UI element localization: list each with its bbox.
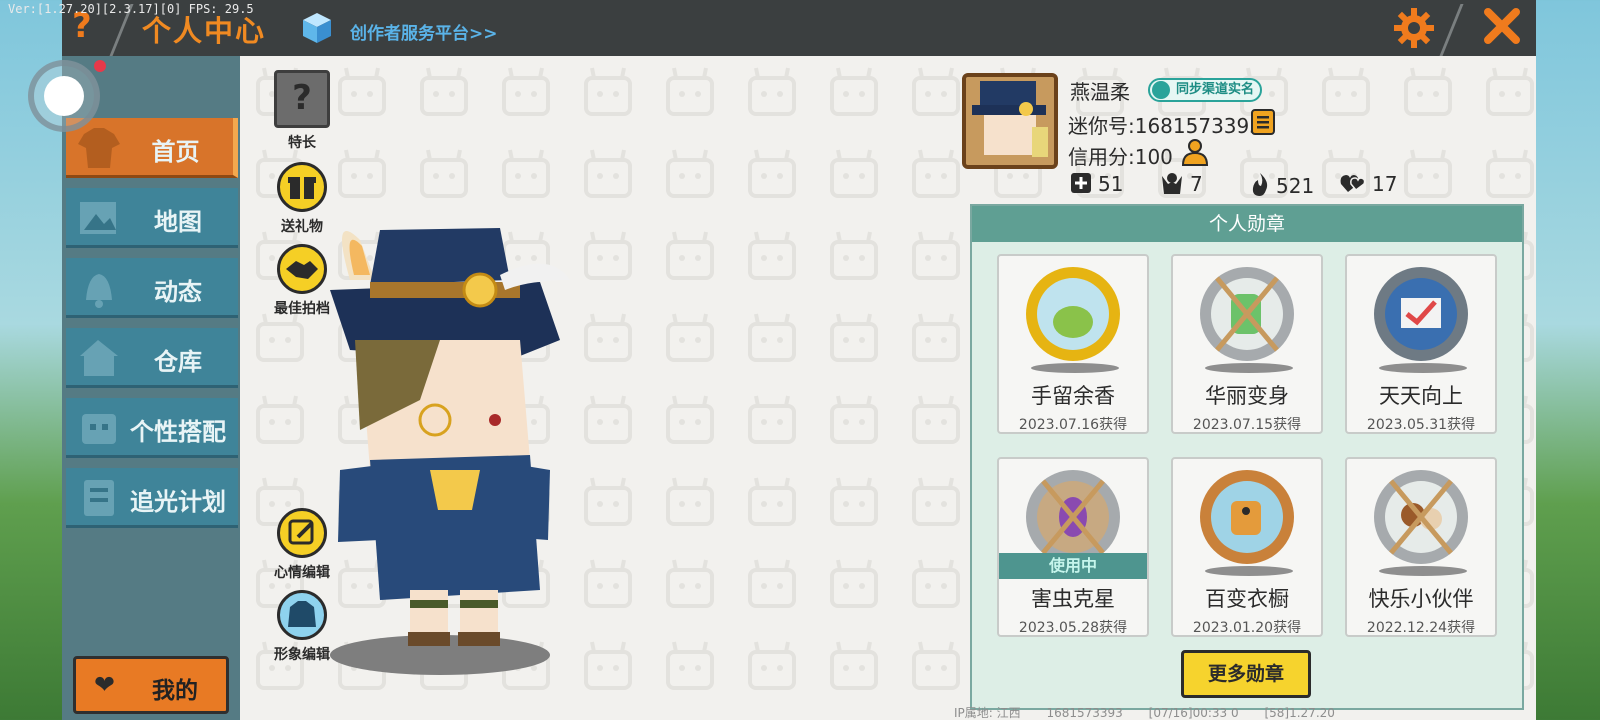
flame-icon (1252, 173, 1268, 196)
question-icon: ? (274, 70, 330, 128)
stat-value: 51 (1098, 172, 1124, 196)
debug-text: Ver:[1.27.20][2.3.17][0] FPS: 29.5 (8, 2, 254, 16)
hearts-icon (1340, 175, 1366, 192)
sidebar-item-outfit[interactable]: 个性搭配 (66, 398, 238, 458)
medal-icon (1026, 267, 1120, 361)
sidebar: 首页 地图 动态 仓库 个性搭配 追光计划 (62, 56, 240, 720)
sidebar-item-label: 地图 (154, 208, 202, 236)
specialty-button[interactable]: ? 特长 (266, 70, 338, 152)
medal-date: 2023.05.28获得 (1018, 620, 1128, 636)
heart-icon: ❤ (94, 670, 115, 699)
more-medals-button[interactable]: 更多勋章 (1181, 650, 1311, 698)
creator-platform-link[interactable]: 创作者服务平台>> (350, 19, 498, 44)
copy-icon[interactable] (1250, 108, 1276, 136)
medal-date: 2022.12.24获得 (1366, 620, 1476, 636)
medal-icon (1374, 470, 1468, 564)
stat-value: 7 (1190, 172, 1203, 196)
medal-card[interactable]: 天天向上 2023.05.31获得 (1345, 254, 1497, 434)
medal-card[interactable]: 华丽变身 2023.07.15获得 (1171, 254, 1323, 434)
medal-name: 华丽变身 (1205, 384, 1289, 408)
house-icon (80, 340, 118, 376)
bell-icon (86, 274, 112, 308)
divider (1439, 4, 1464, 56)
medal-icon (1374, 267, 1468, 361)
sidebar-item-plan[interactable]: 追光计划 (66, 468, 238, 528)
sidebar-item-home[interactable]: 首页 (66, 118, 238, 178)
sidebar-item-label: 追光计划 (130, 488, 226, 516)
footer-uid: 1681573393 (1046, 706, 1123, 720)
medal-shadow (1379, 363, 1467, 373)
shirt-icon (78, 128, 120, 168)
sidebar-item-storage[interactable]: 仓库 (66, 328, 238, 388)
sidebar-item-label: 动态 (154, 278, 202, 306)
cube-icon (303, 13, 331, 43)
sidebar-item-label: 首页 (151, 138, 200, 166)
joystick[interactable] (28, 60, 106, 132)
medal-card[interactable]: 手留余香 2023.07.16获得 (997, 254, 1149, 434)
credit-score: 信用分:100 (1068, 145, 1173, 169)
mine-button[interactable]: ❤ 我的 (73, 656, 229, 714)
medal-icon (1200, 267, 1294, 361)
fans-icon (1162, 173, 1182, 194)
sidebar-item-map[interactable]: 地图 (66, 188, 238, 248)
footer-info: IP属地: 江西 1681573393 [07/16]00:33 0 [58]1… (954, 704, 1357, 720)
add-friend-icon (1071, 173, 1091, 193)
sync-badge-label: 同步渠道实名 (1176, 82, 1255, 97)
medal-icon (1200, 470, 1294, 564)
stat-popularity[interactable]: 521 (1250, 172, 1314, 198)
medal-panel-title: 个人勋章 (972, 206, 1522, 242)
ip-location: IP属地: 江西 (954, 706, 1021, 720)
sync-realname-badge[interactable]: 同步渠道实名 (1148, 78, 1263, 102)
stat-fans[interactable]: 7 (1160, 172, 1203, 196)
top-bar: ? 个人中心 创作者服务平台>> (62, 0, 1536, 56)
close-icon[interactable] (1482, 6, 1522, 46)
in-use-label: 使用中 (999, 553, 1147, 579)
plan-icon (84, 480, 114, 516)
medal-card[interactable]: 百变衣橱 2023.01.20获得 (1171, 457, 1323, 637)
medal-shadow (1379, 566, 1467, 576)
notification-dot (94, 60, 106, 72)
medal-card[interactable]: 快乐小伙伴 2022.12.24获得 (1345, 457, 1497, 637)
avatar[interactable] (962, 73, 1058, 169)
medal-shadow (1031, 363, 1119, 373)
joystick-knob[interactable] (44, 76, 84, 116)
medal-date: 2023.07.15获得 (1192, 417, 1302, 433)
sidebar-item-label: 个性搭配 (130, 418, 226, 446)
medal-name: 手留余香 (1031, 384, 1115, 408)
stat-value: 17 (1372, 172, 1398, 196)
person-icon (1152, 81, 1170, 99)
medal-name: 百变衣橱 (1205, 587, 1289, 611)
stat-likes[interactable]: 17 (1340, 172, 1397, 196)
mini-id: 迷你号:1681573393 (1068, 114, 1262, 138)
medal-name: 天天向上 (1379, 384, 1463, 408)
footer-time: [07/16]00:33 0 (1148, 706, 1239, 720)
player-character[interactable] (290, 170, 590, 690)
map-icon (80, 202, 116, 234)
medal-shadow (1205, 566, 1293, 576)
medal-name: 快乐小伙伴 (1368, 587, 1474, 611)
sidebar-item-activity[interactable]: 动态 (66, 258, 238, 318)
medal-name: 害虫克星 (1031, 587, 1115, 611)
medal-card[interactable]: 使用中 害虫克星 2023.05.28获得 (997, 457, 1149, 637)
medal-date: 2023.01.20获得 (1192, 620, 1302, 636)
mine-label: 我的 (152, 678, 198, 704)
medal-date: 2023.05.31获得 (1366, 417, 1476, 433)
avatar-image (966, 77, 1054, 165)
specialty-label: 特长 (288, 135, 316, 151)
outfit-icon (82, 414, 116, 444)
player-name: 燕温柔 (1070, 80, 1130, 104)
credit-info-icon[interactable] (1180, 137, 1210, 167)
stat-value: 521 (1276, 174, 1315, 198)
medal-date: 2023.07.16获得 (1018, 417, 1128, 433)
footer-version: [58]1.27.20 (1264, 706, 1335, 720)
stat-friends[interactable]: 51 (1070, 172, 1123, 196)
sidebar-item-label: 仓库 (154, 348, 202, 376)
medal-icon (1026, 470, 1120, 564)
medal-shadow (1205, 363, 1293, 373)
gear-icon[interactable] (1392, 6, 1436, 50)
